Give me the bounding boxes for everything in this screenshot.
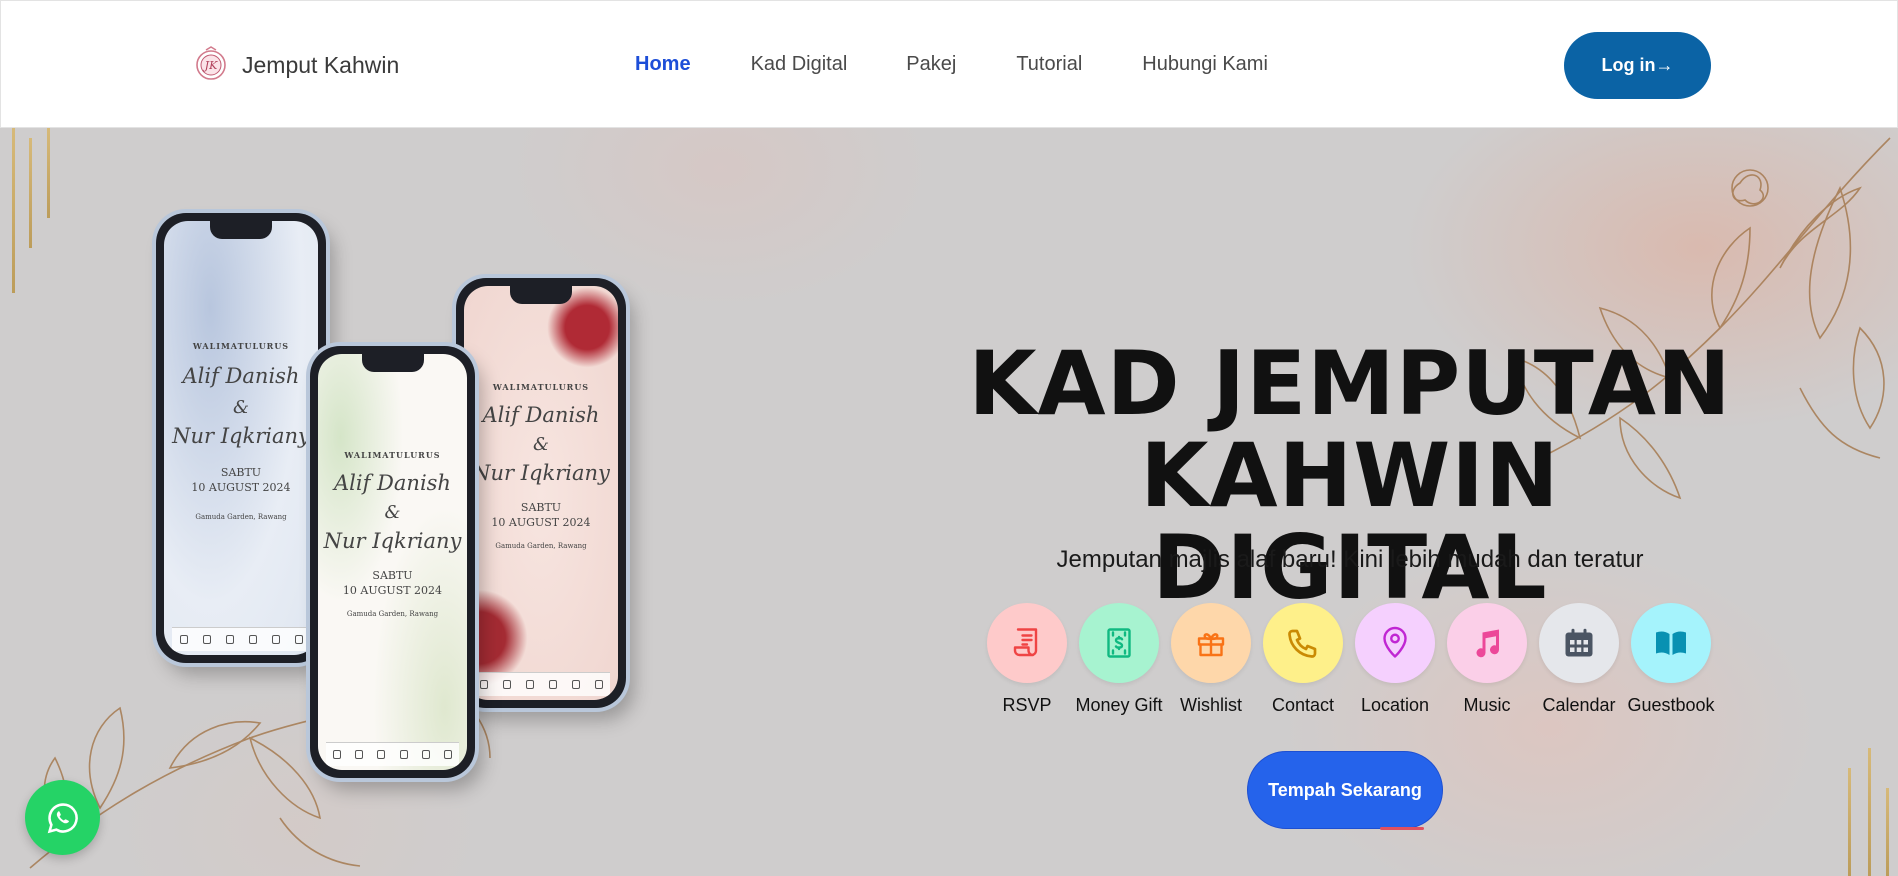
feature-rsvp[interactable]: RSVP [981,603,1073,716]
invitation-day: SABTU [220,466,262,479]
hero-section: WALIMATULURUS Alif Danish & Nur Iqkriany… [0,128,1898,876]
svg-text:JK: JK [203,59,218,72]
feature-list: RSVP Money Gift Wishlist Contact Locatio… [981,603,1717,716]
feature-label: Location [1360,695,1430,715]
invitation-name-groom: Alif Danish [334,471,451,495]
feature-label: Wishlist [1180,695,1242,715]
phone-bottom-bar [326,742,459,766]
invitation-name-groom: Alif Danish [182,364,300,388]
invitation-venue: Gamuda Garden, Rawang [195,513,287,521]
gold-line-decoration [29,138,32,248]
feature-wishlist[interactable]: Wishlist [1165,603,1257,716]
feature-calendar[interactable]: Calendar [1533,603,1625,716]
feature-label: Music [1463,695,1511,715]
invitation-date: 10 AUGUST 2024 [342,584,443,597]
nav-pakej[interactable]: Pakej [906,53,956,76]
hero-subtitle: Jemputan majlis alaf baru! Kini lebih mu… [1056,546,1644,573]
feature-label: Money Gift [1075,695,1163,715]
nav-tutorial[interactable]: Tutorial [1016,53,1082,76]
invitation-heading: WALIMATULURUS [344,450,441,460]
phone-mockup-floral: WALIMATULURUS Alif Danish & Nur Iqkriany… [310,346,475,778]
top-navbar: JK Jemput Kahwin Home Kad Digital Pakej … [0,0,1898,128]
invitation-name-bride: Nur Iqkriany [172,424,310,448]
feature-label: Contact [1271,695,1335,715]
invitation-name-groom: Alif Danish [482,403,600,427]
music-note-icon [1447,603,1527,683]
invitation-day: SABTU [372,569,413,582]
feature-label: Guestbook [1627,695,1715,715]
gold-line-decoration [1868,748,1871,876]
nav-hubungi-kami[interactable]: Hubungi Kami [1142,53,1268,76]
brand-name: Jemput Kahwin [242,51,400,78]
invitation-ampersand: & [232,397,250,418]
money-icon [1079,603,1159,683]
gold-line-decoration [12,128,15,293]
whatsapp-icon [47,802,78,833]
invitation-venue: Gamuda Garden, Rawang [346,610,439,618]
invitation-venue: Gamuda Garden, Rawang [495,542,587,550]
login-button[interactable]: Log in→ [1564,32,1711,99]
feature-guestbook[interactable]: Guestbook [1625,603,1717,716]
nav-home[interactable]: Home [635,53,691,76]
nav-kad-digital[interactable]: Kad Digital [751,53,848,76]
feature-money-gift[interactable]: Money Gift [1073,603,1165,716]
feature-label: Calendar [1542,695,1616,715]
phone-mockup-red: WALIMATULURUS Alif Danish & Nur Iqkriany… [456,278,626,708]
invitation-date: 10 AUGUST 2024 [491,516,591,529]
invitation-ampersand: & [384,502,401,523]
location-pin-icon [1355,603,1435,683]
gold-line-decoration [47,128,50,218]
feature-contact[interactable]: Contact [1257,603,1349,716]
phone-icon [1263,603,1343,683]
phone-mockup-blue: WALIMATULURUS Alif Danish & Nur Iqkriany… [156,213,326,663]
feature-location[interactable]: Location [1349,603,1441,716]
gold-line-decoration [1848,768,1851,876]
phone-bottom-bar [472,672,610,696]
feature-music[interactable]: Music [1441,603,1533,716]
invitation-name-bride: Nur Iqkriany [472,461,610,485]
book-icon [1631,603,1711,683]
calendar-icon [1539,603,1619,683]
main-nav: Home Kad Digital Pakej Tutorial Hubungi … [635,53,1268,76]
invitation-name-bride: Nur Iqkriany [323,529,462,553]
invitation-heading: WALIMATULURUS [192,341,290,351]
gold-line-decoration [1886,788,1889,876]
invitation-ampersand: & [532,434,550,455]
feature-label: RSVP [1002,695,1052,715]
receipt-icon [987,603,1067,683]
gift-icon [1171,603,1251,683]
invitation-day: SABTU [520,501,562,514]
phone-bottom-bar [172,627,310,651]
brand[interactable]: JK Jemput Kahwin [194,45,399,85]
brand-logo-icon: JK [196,46,226,80]
book-now-button[interactable]: Tempah Sekarang [1247,751,1443,829]
book-button-accent [1380,827,1424,830]
invitation-heading: WALIMATULURUS [492,382,590,392]
invitation-date: 10 AUGUST 2024 [191,481,291,494]
whatsapp-button[interactable] [25,780,100,855]
